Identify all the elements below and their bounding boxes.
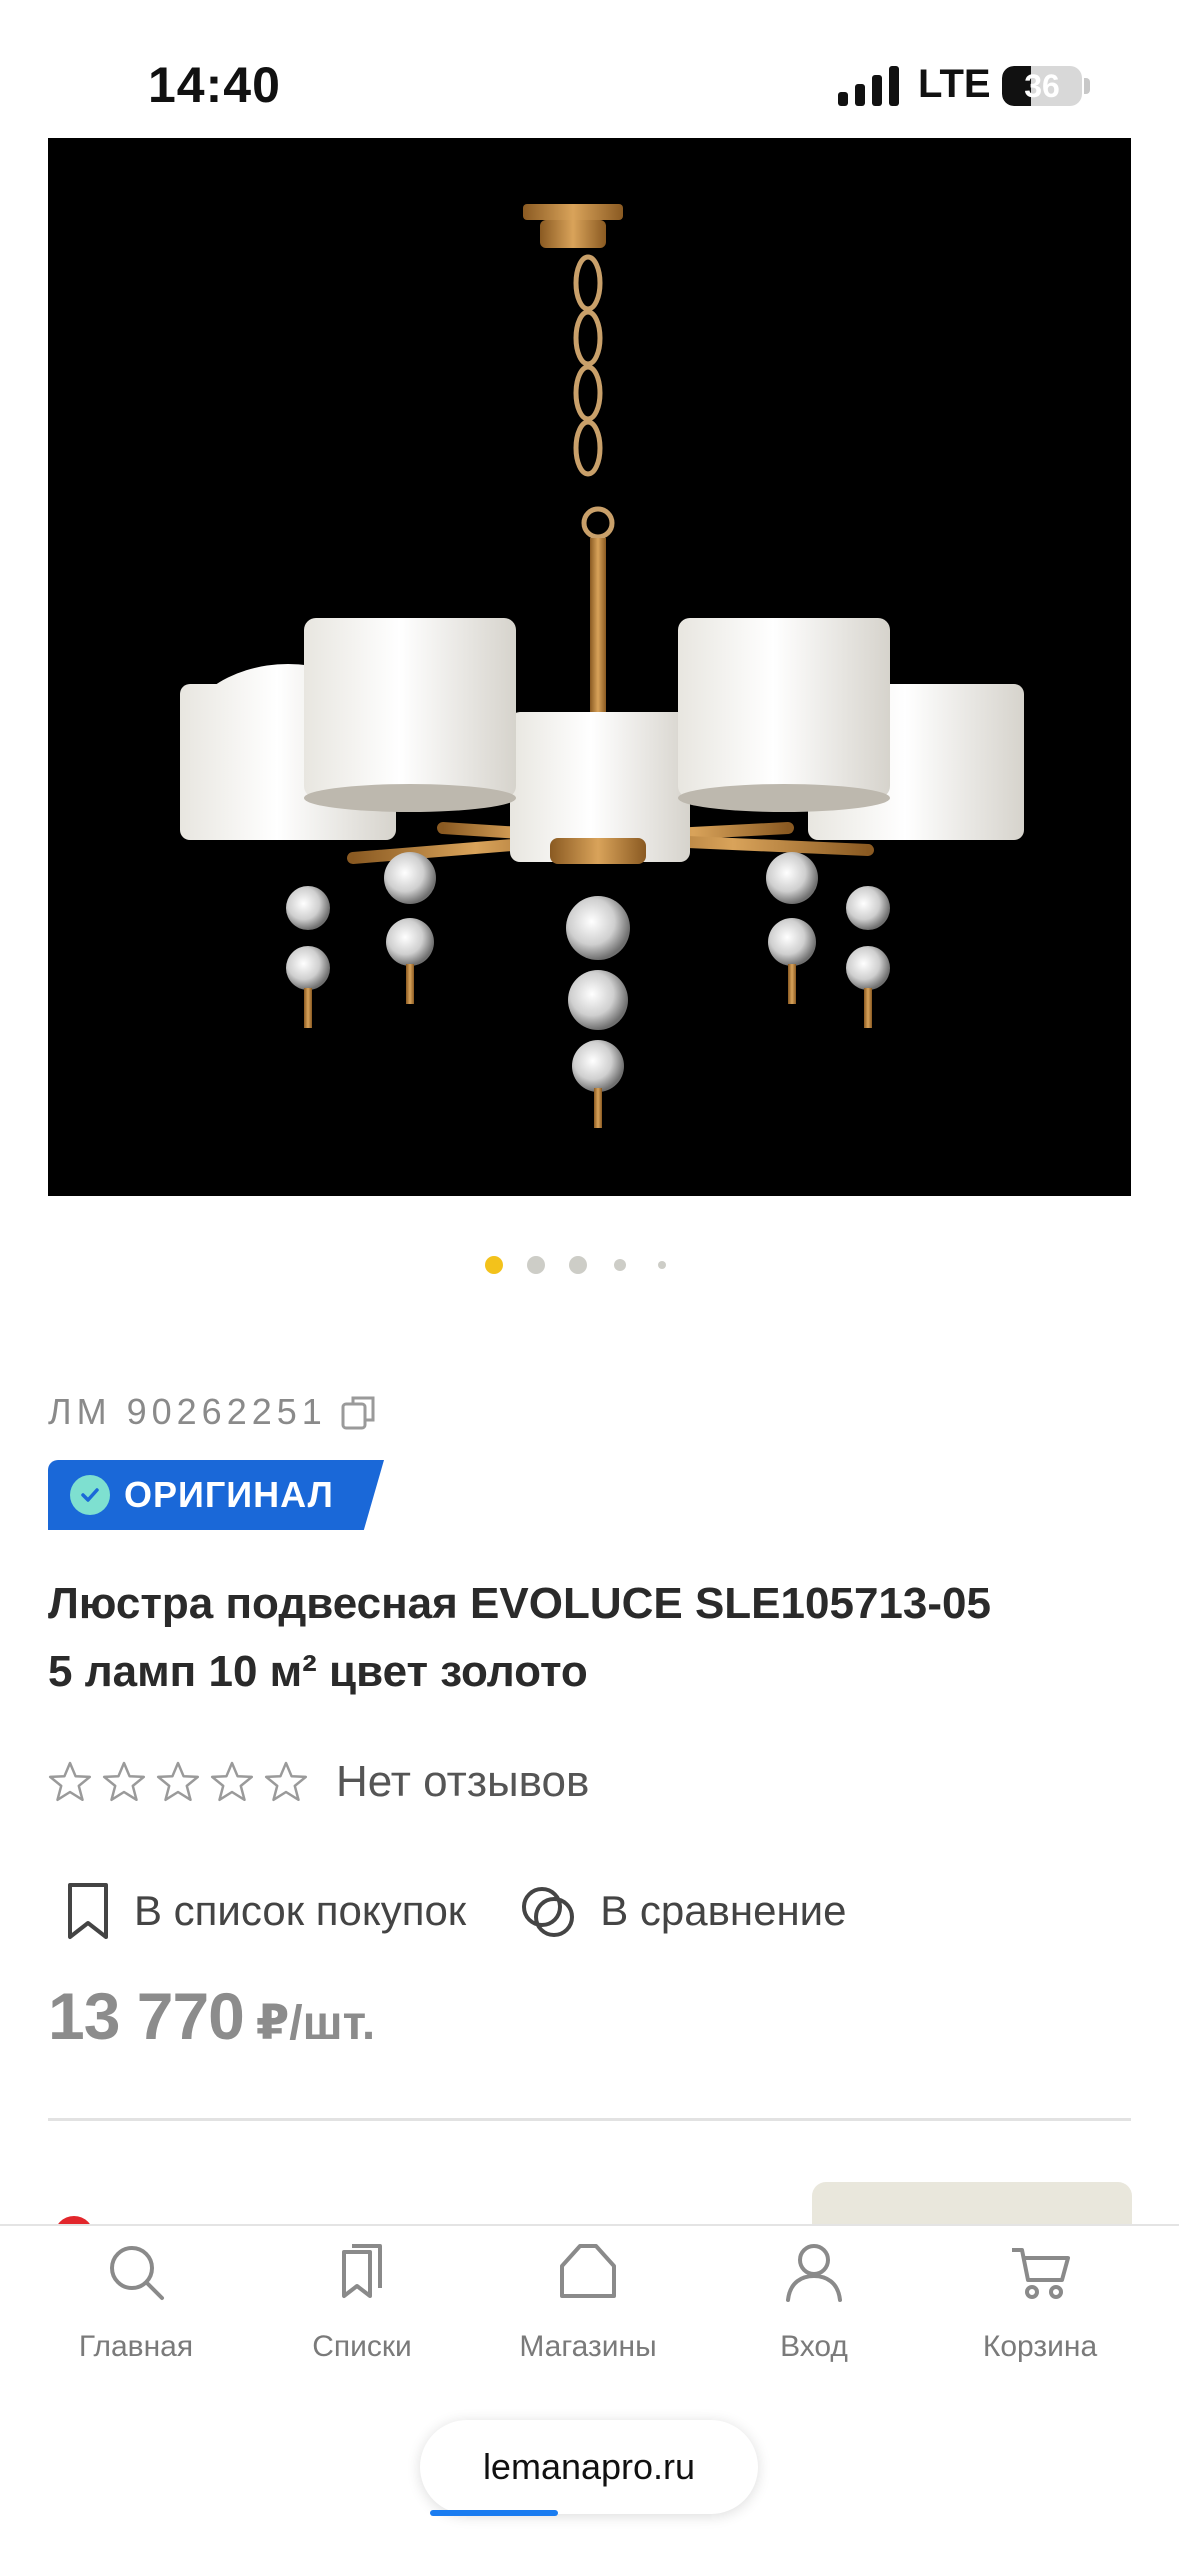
tab-label: Корзина — [982, 2330, 1098, 2363]
compare-icon — [522, 1887, 575, 1937]
original-badge: ОРИГИНАЛ — [48, 1460, 384, 1530]
network-label: LTE — [918, 62, 991, 106]
rating-stars — [48, 1760, 308, 1804]
battery-icon: 36 — [1002, 66, 1082, 106]
star-icon — [210, 1761, 254, 1802]
carousel-dot[interactable] — [614, 1259, 626, 1271]
price-value: 13 770 — [48, 1979, 245, 2053]
price-row: 13 770 ₽/шт. — [48, 1978, 375, 2058]
product-title: Люстра подвесная EVOLUCE SLE105713-05 5 … — [48, 1570, 1138, 1706]
sku-row[interactable]: ЛМ 90262251 — [48, 1388, 379, 1436]
sku-number: ЛМ 90262251 — [48, 1391, 327, 1432]
star-icon — [156, 1761, 200, 1802]
status-bar: 14:40 LTE 36 — [0, 0, 1179, 140]
signal-icon — [838, 66, 899, 106]
user-icon — [786, 2244, 842, 2302]
add-to-list-label: В список покупок — [134, 1887, 467, 1934]
tab-label: Главная — [78, 2330, 194, 2363]
tab-label: Вход — [780, 2330, 848, 2363]
check-icon — [70, 1475, 110, 1515]
status-time: 14:40 — [148, 57, 281, 113]
tab-stores[interactable]: Магазины — [488, 2240, 688, 2380]
compare-button[interactable]: В сравнение — [518, 1881, 846, 1941]
add-to-list-button[interactable]: В список покупок — [64, 1881, 466, 1941]
store-icon — [560, 2244, 616, 2298]
tab-lists[interactable]: Списки — [262, 2240, 462, 2380]
chandelier-image — [180, 204, 1024, 1128]
star-icon — [264, 1761, 308, 1802]
star-icon — [102, 1761, 146, 1802]
carousel-dot[interactable] — [569, 1256, 587, 1274]
cart-icon — [1012, 2248, 1070, 2299]
carousel-dots[interactable] — [0, 1250, 1179, 1280]
carousel-dot[interactable] — [485, 1256, 503, 1274]
rating-row[interactable]: Нет отзывов — [48, 1752, 589, 1812]
tab-cart[interactable]: Корзина — [940, 2240, 1140, 2380]
reviews-link[interactable]: Нет отзывов — [336, 1757, 589, 1807]
star-icon — [48, 1761, 92, 1802]
compare-label: В сравнение — [600, 1887, 847, 1934]
carousel-dot[interactable] — [658, 1261, 666, 1269]
copy-icon[interactable] — [339, 1392, 379, 1432]
tab-login[interactable]: Вход — [714, 2240, 914, 2380]
search-icon — [110, 2246, 164, 2300]
battery-level: 36 — [1024, 68, 1060, 104]
title-line-2: 5 ламп 10 м² цвет золото — [48, 1647, 588, 1696]
badge-label: ОРИГИНАЛ — [124, 1474, 334, 1515]
divider — [48, 2118, 1131, 2121]
product-image[interactable] — [48, 138, 1131, 1196]
tab-home[interactable]: Главная — [36, 2240, 236, 2380]
lists-icon — [342, 2244, 382, 2298]
carousel-dot[interactable] — [527, 1256, 545, 1274]
page-load-progress — [430, 2510, 558, 2516]
actions-row: В список покупок В сравнение — [64, 1876, 846, 1946]
price-unit: ₽/шт. — [255, 1997, 376, 2050]
title-line-1: Люстра подвесная EVOLUCE SLE105713-05 — [48, 1579, 991, 1628]
tab-label: Списки — [312, 2330, 412, 2363]
tab-label: Магазины — [519, 2330, 657, 2363]
url-text: lemanapro.ru — [482, 2446, 696, 2487]
bookmark-icon — [68, 1883, 108, 1939]
url-bar[interactable]: lemanapro.ru — [420, 2420, 758, 2514]
battery-tip — [1084, 78, 1090, 94]
